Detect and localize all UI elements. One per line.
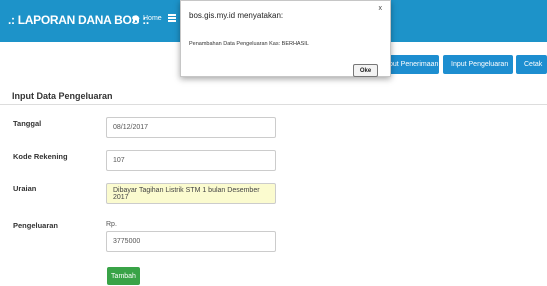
input-pengeluaran-button[interactable]: Input Pengeluaran — [443, 55, 513, 74]
home-icon — [132, 15, 140, 22]
tambah-button[interactable]: Tambah — [107, 267, 140, 285]
pengeluaran-input[interactable]: 3775000 — [106, 231, 276, 252]
tanggal-input[interactable]: 08/12/2017 — [106, 117, 276, 138]
uraian-input[interactable]: Dibayar Tagihan Listrik STM 1 bulan Dese… — [106, 183, 276, 204]
pengeluaran-label: Pengeluaran — [13, 221, 59, 230]
dialog-ok-button[interactable]: Oke — [353, 64, 378, 77]
dialog-title: bos.gis.my.id menyatakan: — [189, 11, 284, 20]
nav-home-label: Home — [143, 15, 162, 22]
kode-rekening-input[interactable]: 107 — [106, 150, 276, 171]
input-penerimaan-button[interactable]: put Penerimaan — [384, 55, 439, 74]
input-pengeluaran-label: Input Pengeluaran — [451, 61, 509, 68]
list-icon — [168, 14, 176, 22]
app-brand[interactable]: .: LAPORAN DANA BOS :. — [8, 13, 149, 27]
kode-rekening-label: Kode Rekening — [13, 152, 68, 161]
alert-dialog: bos.gis.my.id menyatakan: x Penambahan D… — [180, 0, 391, 77]
close-icon[interactable]: x — [379, 5, 383, 12]
cetak-button[interactable]: Cetak — [516, 55, 547, 74]
page-title: Input Data Pengeluaran — [12, 91, 113, 101]
input-penerimaan-label: put Penerimaan — [389, 61, 439, 68]
uraian-label: Uraian — [13, 184, 37, 193]
menu-icon[interactable] — [168, 14, 176, 22]
cetak-label: Cetak — [524, 61, 543, 68]
currency-prefix: Rp. — [106, 221, 117, 228]
dialog-message: Penambahan Data Pengeluaran Kas: BERHASI… — [189, 41, 309, 47]
tanggal-label: Tanggal — [13, 119, 42, 128]
title-divider — [0, 104, 547, 105]
nav-home-link[interactable]: Home — [132, 15, 162, 22]
